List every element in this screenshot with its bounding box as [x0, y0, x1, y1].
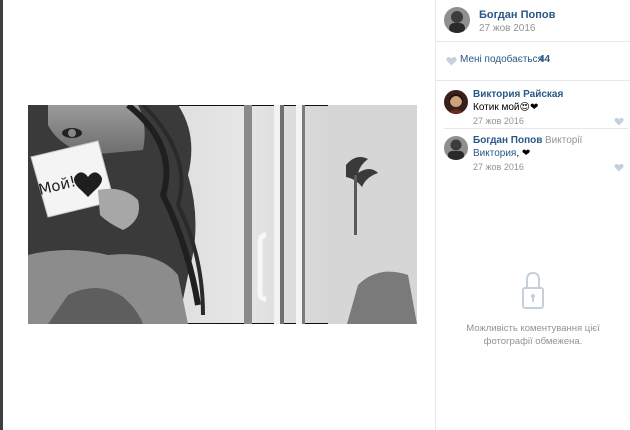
heart-icon [446, 56, 457, 66]
photo[interactable]: Мой! [28, 105, 417, 324]
comment-mention[interactable]: Виктория [473, 148, 516, 159]
avatar-icon [444, 136, 468, 160]
comment-avatar[interactable] [444, 90, 468, 114]
comment-avatar[interactable] [444, 136, 468, 160]
comment-text-body: Котик мой [473, 102, 520, 113]
sidebar: Богдан Попов 27 жов 2016 Мені подобаєтьс… [436, 0, 630, 430]
comment-date[interactable]: 27 жов 2016 [473, 116, 524, 126]
divider [436, 41, 630, 42]
comment-emoji: ❤ [521, 148, 531, 159]
comment-date[interactable]: 27 жов 2016 [473, 162, 524, 172]
comment-item: Богдан Попов Викторії Виктория, ❤ 27 жов… [444, 135, 628, 175]
heart-icon[interactable] [614, 117, 624, 126]
divider [436, 80, 630, 81]
lock-icon [522, 271, 544, 309]
author-block: Богдан Попов 27 жов 2016 [444, 7, 624, 35]
comment-text: Виктория, ❤ [473, 148, 531, 159]
heart-icon[interactable] [614, 163, 624, 172]
author-date[interactable]: 27 жов 2016 [479, 23, 536, 34]
avatar-icon [444, 7, 470, 33]
divider [444, 128, 628, 129]
comment-item: Виктория Райская Котик мой😍❤ 27 жов 2016 [444, 89, 628, 129]
photo-viewer: Мой! Богдан Попов 27 жов 2016 Мені подоб… [0, 0, 630, 430]
restricted-text: Можливість коментування цієї фотографії … [466, 323, 600, 347]
avatar-icon [444, 90, 468, 114]
comment-reply-to[interactable]: Викторії [545, 135, 582, 146]
likes-label: Мені подобається [460, 54, 544, 65]
author-name[interactable]: Богдан Попов [479, 9, 555, 21]
comment-text: Котик мой😍❤ [473, 102, 538, 113]
comment-author[interactable]: Богдан Попов [473, 135, 542, 146]
author-avatar[interactable] [444, 7, 470, 33]
comment-emoji: 😍❤ [519, 102, 539, 113]
photo-area[interactable]: Мой! [3, 0, 435, 430]
comment-author[interactable]: Виктория Райская [473, 89, 563, 100]
likes-count: 44 [539, 54, 551, 65]
comments-restricted-notice: Можливість коментування цієї фотографії … [436, 270, 630, 360]
